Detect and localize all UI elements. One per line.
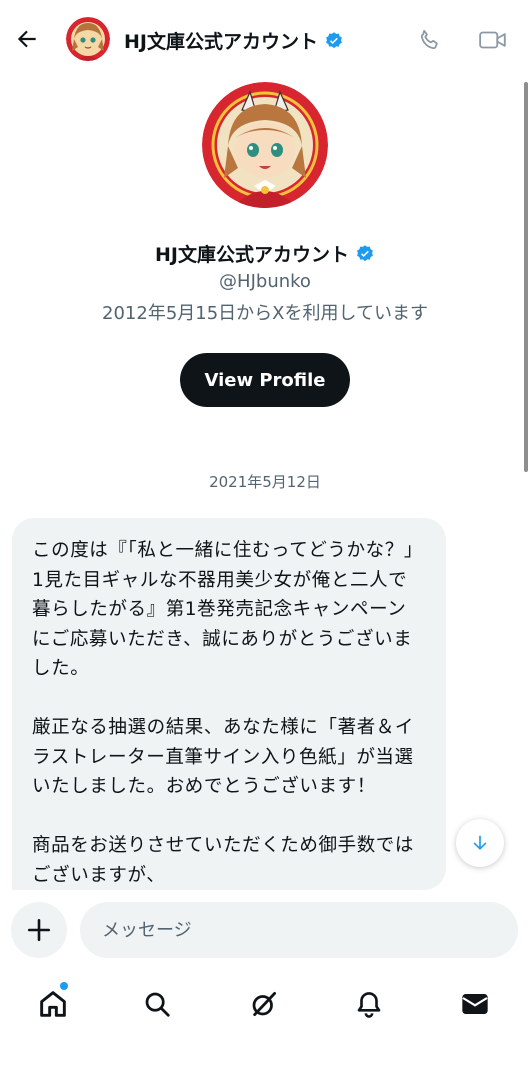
header-name-text: HJ文庫公式アカウント: [124, 31, 318, 53]
profile-avatar[interactable]: [202, 82, 328, 208]
profile-handle: @HJbunko: [219, 271, 311, 292]
verified-badge-icon: [357, 244, 373, 261]
nav-notifications[interactable]: [349, 984, 389, 1024]
verified-badge-icon: [326, 31, 342, 48]
nav-grok[interactable]: [244, 984, 284, 1024]
search-icon: [145, 992, 170, 1017]
header-account-name[interactable]: HJ文庫公式アカウント: [124, 27, 344, 54]
arrow-left-icon: [17, 30, 36, 48]
video-camera-icon: [479, 31, 506, 49]
bottom-navigation: [0, 970, 530, 1040]
nav-search[interactable]: [137, 984, 177, 1024]
messages-envelope-icon: [462, 994, 488, 1014]
view-profile-button[interactable]: View Profile: [180, 353, 350, 407]
notifications-bell-icon: [357, 992, 381, 1018]
profile-joined-date: 2012年5月15日からXを利用しています: [102, 303, 428, 324]
conversation-header: HJ文庫公式アカウント: [0, 0, 530, 80]
nav-messages[interactable]: [455, 984, 495, 1024]
home-icon: [40, 991, 66, 1017]
message-composer: [0, 890, 530, 970]
grok-icon: [252, 992, 276, 1016]
profile-name: HJ文庫公式アカウント: [0, 240, 530, 267]
back-button[interactable]: [10, 22, 44, 56]
plus-icon: [27, 918, 51, 942]
header-avatar[interactable]: [66, 17, 110, 61]
nav-home[interactable]: [33, 984, 73, 1024]
message-input[interactable]: [80, 902, 518, 958]
voice-call-button[interactable]: [414, 24, 446, 56]
phone-icon: [420, 29, 438, 50]
profile-name-text: HJ文庫公式アカウント: [155, 244, 349, 266]
video-call-button[interactable]: [476, 24, 510, 56]
add-attachment-button[interactable]: [11, 902, 67, 958]
arrow-down-icon: [473, 835, 487, 850]
message-text: この度は『「私と一緒に住むってどうかな？」 1見た目ギャルな不器用美少女が俺と二…: [32, 540, 423, 886]
message-bubble[interactable]: この度は『「私と一緒に住むってどうかな？」 1見た目ギャルな不器用美少女が俺と二…: [12, 518, 446, 890]
home-notification-dot: [60, 982, 68, 990]
date-separator: 2021年5月12日: [209, 473, 321, 491]
scroll-to-bottom-button[interactable]: [456, 819, 504, 867]
